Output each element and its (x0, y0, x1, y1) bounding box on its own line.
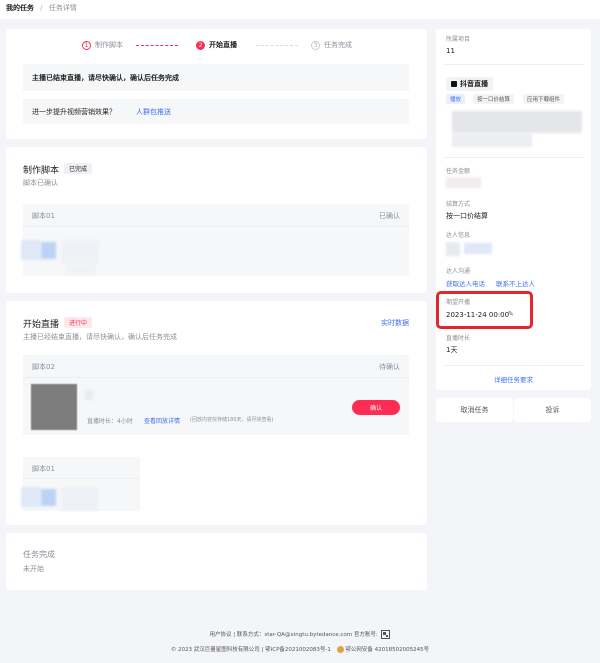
tiktok-icon (451, 81, 457, 87)
live-script-item: 脚本02 待确认 直播时长：4小时 查看回放详情 (回放内容仅存储180天，请尽… (23, 355, 409, 435)
blurred-content (41, 489, 56, 506)
script-item-title: 脚本01 (32, 465, 55, 473)
amount-label: 任务金额 (446, 168, 471, 175)
live-duration: 直播时长：4小时 (87, 418, 133, 425)
status-badge: 已完成 (64, 163, 93, 174)
section-title: 任务完成 (23, 550, 55, 559)
step-label: 制作脚本 (95, 41, 123, 49)
blurred-content (21, 487, 41, 507)
progress-card: 1 制作脚本 2 开始直播 3 任务完成 主播已结束直播，请尽快确认，确认后任务… (6, 29, 427, 139)
breadcrumb-root[interactable]: 我的任务 (6, 4, 34, 12)
top-bar (0, 0, 600, 19)
footer-links: 用户协议 | 联系方式：star-QA@xingtu.bytedance.com… (0, 630, 600, 639)
blurred-content (61, 487, 99, 511)
blurred-content (41, 242, 56, 259)
divider (444, 365, 584, 366)
project-value: 11 (446, 47, 455, 55)
avatar[interactable] (446, 242, 460, 256)
police-badge-icon (336, 646, 344, 653)
script-item-title: 脚本02 (32, 363, 55, 371)
divider (23, 226, 409, 227)
divider (23, 478, 140, 479)
section-title: 制作脚本 (23, 166, 60, 176)
project-label: 所属项目 (446, 36, 471, 43)
tag: 按一口价结算 (473, 94, 515, 104)
step-number: 1 (82, 40, 91, 50)
live-cover-thumbnail[interactable] (31, 384, 77, 430)
contact-label: 达人沟通 (446, 268, 471, 275)
blurred-content (21, 240, 41, 260)
blurred-content (61, 240, 99, 264)
complain-label: 投诉 (545, 406, 560, 414)
task-detail-link[interactable]: 详细任务要求 (436, 374, 591, 384)
blurred-content (464, 243, 492, 254)
get-phone-link[interactable]: 获取达人电话 (446, 278, 485, 288)
realtime-data-link[interactable]: 实时数据 (381, 318, 409, 328)
step-label: 开始直播 (209, 41, 237, 49)
breadcrumb-current: 任务详情 (48, 4, 77, 12)
step-3: 3 任务完成 (311, 40, 352, 50)
replay-detail-link[interactable]: 查看回放详情 (144, 416, 180, 425)
complete-card: 任务完成 未开始 (6, 533, 427, 590)
section-subtitle: 未开始 (23, 565, 44, 573)
script-item-title: 脚本01 (32, 212, 55, 220)
divider (23, 377, 409, 378)
tag: 播放 (446, 94, 466, 104)
live-card: 开始直播 进行中 实时数据 主播已经结束直播，请尽快确认，确认后任务完成 脚本0… (6, 301, 427, 525)
edit-icon[interactable]: ✎ (508, 310, 514, 318)
duration-value: 1天 (446, 346, 458, 354)
script-card: 制作脚本 已完成 脚本已确认 脚本01 已确认 (6, 147, 427, 293)
section-title: 开始直播 (23, 320, 60, 330)
settle-label: 结算方式 (446, 201, 471, 208)
breadcrumb: 我的任务 / 任务详情 (6, 3, 77, 13)
step-1: 1 制作脚本 (82, 40, 123, 50)
breadcrumb-separator: / (40, 4, 43, 12)
promo-link[interactable]: 人群包推送 (136, 107, 171, 117)
unreachable-link[interactable]: 联系不上达人 (496, 278, 535, 288)
expect-value: 2023-11-24 00:00 (446, 311, 510, 319)
promo-text: 进一步提升视频营销效果？ (32, 108, 116, 116)
step-connector (256, 45, 298, 46)
replay-note: (回放内容仅存储180天，请尽快查看) (190, 417, 274, 423)
notice-text: 主播已结束直播，请尽快确认，确认后任务完成 (32, 74, 179, 82)
task-info-card: 所属项目 11 抖音直播 播放 按一口价结算 应用下载组件 任务金额 结算方式 … (436, 29, 591, 390)
expect-label: 期望开播 (446, 299, 471, 306)
settle-value: 按一口价结算 (446, 212, 488, 220)
blurred-content (452, 111, 582, 133)
section-subtitle: 脚本已确认 (23, 179, 58, 187)
section-subtitle: 主播已经结束直播，请尽快确认，确认后任务完成 (23, 333, 177, 341)
police-text[interactable]: 鄂公网安备 42018502005245号 (345, 647, 429, 653)
notice-box: 主播已结束直播，请尽快确认，确认后任务完成 (23, 64, 409, 91)
step-connector (136, 45, 178, 46)
blurred-content (452, 133, 532, 147)
cancel-task-label: 取消任务 (460, 406, 489, 414)
blurred-content (446, 177, 481, 188)
script-item-status: 待确认 (379, 363, 400, 371)
footer-line2: © 2023 武汉巨量星图科技有限公司 | 鄂ICP备2021002083号-1 (170, 647, 331, 653)
platform-tag: 抖音直播 (446, 77, 493, 91)
confirm-button[interactable]: 确认 (352, 400, 400, 415)
platform-tag-label: 抖音直播 (460, 80, 488, 88)
status-badge: 进行中 (64, 317, 93, 328)
tag: 应用下载组件 (523, 94, 565, 104)
divider (444, 157, 584, 158)
footer-line1: 用户协议 | 联系方式：star-QA@xingtu.bytedance.com… (209, 632, 378, 638)
script-item-status: 已确认 (379, 212, 400, 220)
cancel-task-button[interactable]: 取消任务 (436, 398, 513, 422)
divider (444, 64, 584, 65)
talent-label: 达人信息 (446, 232, 471, 239)
step-label: 任务完成 (324, 41, 352, 49)
blurred-content (66, 265, 96, 275)
step-2: 2 开始直播 (196, 40, 237, 50)
qr-code-icon[interactable] (381, 630, 391, 639)
blurred-content (85, 390, 93, 400)
step-number: 2 (196, 40, 205, 50)
complain-button[interactable]: 投诉 (514, 398, 591, 422)
duration-label: 直播时长 (446, 335, 471, 342)
step-number: 3 (311, 40, 320, 50)
footer-copyright: © 2023 武汉巨量星图科技有限公司 | 鄂ICP备2021002083号-1… (0, 645, 600, 653)
promo-box: 进一步提升视频营销效果？ 人群包推送 (23, 99, 409, 124)
